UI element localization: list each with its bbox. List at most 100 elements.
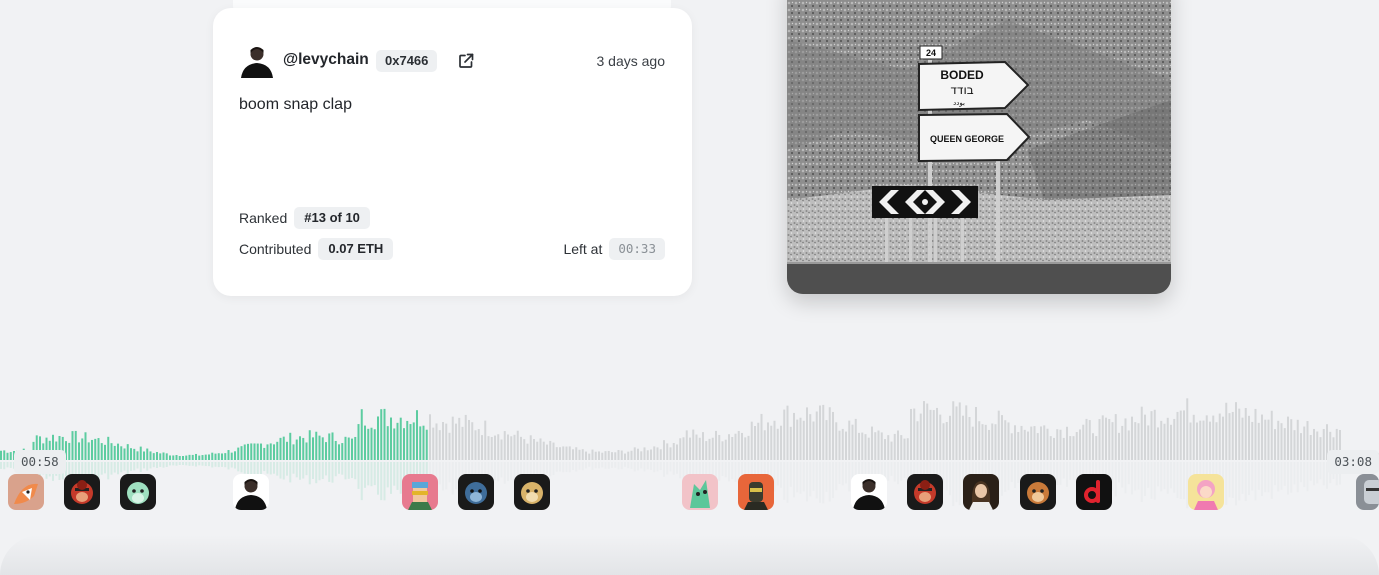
collector-avatar[interactable]: [64, 474, 100, 510]
waveform-reflection: [370, 462, 373, 487]
waveform-reflection: [1283, 462, 1286, 486]
waveform-bar-played: [68, 442, 71, 460]
waveform-reflection: [1014, 462, 1016, 489]
waveform-bar-played: [390, 417, 392, 460]
waveform-bar: [510, 436, 513, 460]
waveform-bar: [1075, 432, 1078, 460]
waveform-bar: [529, 435, 532, 460]
waveform-bar-played: [162, 452, 165, 460]
collector-avatar[interactable]: [682, 474, 718, 510]
waveform-bar-played: [9, 452, 12, 460]
waveform-bar: [851, 424, 854, 460]
waveform-reflection: [653, 462, 656, 473]
waveform-bar: [981, 424, 984, 460]
waveform-reflection: [565, 462, 568, 473]
waveform-bar: [620, 450, 623, 460]
waveform-reflection: [568, 462, 571, 473]
waveform-reflection: [380, 462, 383, 501]
waveform-bar: [708, 438, 711, 460]
waveform-bar: [793, 412, 795, 460]
waveform-bar-played: [152, 453, 155, 460]
waveform-bar: [526, 443, 529, 460]
collector-avatar[interactable]: [1356, 474, 1379, 510]
waveform-bar: [718, 434, 721, 460]
waveform-bar: [978, 421, 981, 460]
waveform-reflection: [321, 462, 324, 480]
collector-avatar[interactable]: [1188, 474, 1224, 510]
waveform-reflection: [1231, 462, 1234, 499]
collector-avatar[interactable]: [907, 474, 943, 510]
waveform-bar: [1261, 414, 1263, 460]
waveform-reflection: [123, 462, 126, 471]
user-handle[interactable]: @levychain: [283, 51, 369, 69]
waveform-bar-played: [308, 430, 311, 460]
collector-avatar[interactable]: [1020, 474, 1056, 510]
waveform-bar-played: [100, 443, 103, 460]
waveform-bar: [1108, 418, 1111, 460]
collector-avatar[interactable]: [963, 474, 999, 510]
waveform-reflection: [1287, 462, 1289, 495]
wallet-address-badge[interactable]: 0x7466: [376, 50, 438, 72]
waveform-bar-played: [123, 448, 126, 460]
waveform-reflection: [503, 462, 506, 484]
collector-avatar[interactable]: [514, 474, 550, 510]
waveform-bar-played: [325, 442, 327, 460]
collector-avatar[interactable]: [738, 474, 774, 510]
waveform-reflection: [1296, 462, 1299, 493]
left-at-time[interactable]: 00:33: [609, 238, 665, 260]
waveform-reflection: [799, 462, 802, 494]
external-link-icon[interactable]: [457, 52, 475, 70]
waveform-bar: [1300, 433, 1302, 460]
collector-avatar[interactable]: [851, 474, 887, 510]
collector-avatar[interactable]: [1076, 474, 1112, 510]
waveform-bar: [861, 432, 864, 460]
waveform-bar: [1049, 436, 1052, 460]
sign-top-text: BODED: [940, 68, 984, 82]
waveform-bar: [1179, 410, 1182, 460]
waveform-reflection: [637, 462, 639, 471]
man-avatar-icon: [239, 42, 275, 78]
waveform-bar: [711, 437, 714, 460]
waveform-bar: [481, 435, 483, 460]
waveform-reflection: [221, 462, 223, 467]
waveform-bar: [1205, 415, 1208, 460]
waveform-bar-played: [6, 452, 9, 460]
waveform-bar: [523, 439, 526, 460]
waveform-bar: [737, 430, 740, 460]
collector-avatar[interactable]: [402, 474, 438, 510]
collector-avatar[interactable]: [458, 474, 494, 510]
waveform-bar: [588, 453, 591, 460]
waveform-bar-played: [269, 443, 272, 460]
waveform-bar: [1027, 431, 1029, 460]
waveform-reflection: [1140, 462, 1143, 502]
total-duration: 03:08: [1327, 450, 1379, 474]
waveform-reflection: [201, 462, 204, 466]
waveform-bar-played: [250, 443, 253, 460]
waveform-bar: [786, 405, 789, 460]
waveform-bar: [1309, 434, 1312, 460]
waveform-reflection: [845, 462, 847, 484]
waveform-bar: [445, 423, 448, 460]
collector-avatar[interactable]: [120, 474, 156, 510]
waveform-reflection: [812, 462, 815, 491]
waveform-reflection: [312, 462, 314, 479]
waveform-bar: [653, 446, 656, 460]
collector-avatar[interactable]: [233, 474, 269, 510]
waveform-reflection: [806, 462, 808, 502]
waveform-bar: [484, 420, 487, 460]
collector-avatar[interactable]: [8, 474, 44, 510]
waveform-reflection: [273, 462, 275, 474]
waveform-bar: [1017, 432, 1020, 460]
waveform-bar: [1257, 422, 1260, 460]
waveform-bar: [698, 437, 701, 460]
waveform-bar: [1053, 437, 1055, 460]
waveform-bar: [1235, 402, 1237, 460]
waveform-reflection: [549, 462, 552, 477]
waveform-bar: [997, 410, 1000, 460]
waveform-bar: [1303, 426, 1306, 460]
user-avatar[interactable]: [239, 42, 275, 78]
waveform-bar: [578, 449, 581, 460]
waveform-bar: [594, 451, 597, 460]
waveform-bar: [1287, 416, 1289, 460]
waveform-bar: [611, 452, 613, 460]
